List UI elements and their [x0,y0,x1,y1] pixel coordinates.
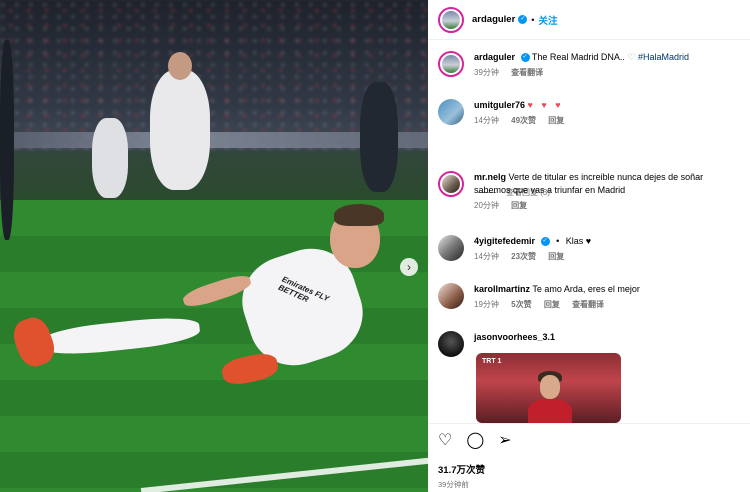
caption-username[interactable]: ardaguler [474,52,515,62]
avatar[interactable] [438,171,464,197]
post-panel: ardaguler ✓ • 关注 ardaguler ✓ The Real Ma… [428,0,750,492]
reply-button[interactable]: 回复 [511,201,527,210]
separator-dot: • [531,14,535,25]
heart-icon[interactable]: ♡ [438,432,452,450]
comment-text: Verte de titular es increible nunca deje… [474,172,704,195]
comment-time: 20分钟 [474,201,499,210]
username-link[interactable]: ardaguler [472,14,515,25]
caption-text: The Real Madrid DNA.. [531,52,625,62]
comment-item: umitguler76 ♥ ♥ ♥ 14分钟 49次赞 回复 [438,99,740,127]
background-player [360,82,398,192]
comment-likes[interactable]: 23次赞 [511,252,536,261]
caption: ardaguler ✓ The Real Madrid DNA.. ♡ #Hal… [438,51,740,79]
comment-item: mr.nelg Verte de titular es increible nu… [438,171,740,212]
caption-time: 39分钟 [474,68,499,77]
comment-username[interactable]: umitguler76 [474,100,525,110]
comment-text: ♥ ♥ ♥ [527,100,564,110]
avatar[interactable] [438,283,464,309]
follow-button[interactable]: 关注 [538,13,557,27]
reply-button[interactable]: 回复 [544,300,560,309]
avatar[interactable] [438,6,464,33]
player-hair [334,204,384,226]
comment-time: 19分钟 [474,300,499,309]
comment-item: 4yigitefedemir ✓ • Klas ♥ 14分钟 23次赞 回复 [438,235,740,263]
post-actions: ♡ ◯ ➢ 31.7万次赞 39分钟前 [428,423,750,492]
separator-dot: • [556,236,560,246]
verified-badge-icon: ✓ [540,237,550,247]
avatar[interactable] [438,51,464,77]
comment-text: Klas ♥ [565,236,592,246]
see-translation-link[interactable]: 查看翻译 [572,300,604,309]
comment-image[interactable]: TRT 1 [476,353,621,423]
caption-hashtag[interactable]: #HalaMadrid [638,52,689,62]
next-photo-button[interactable]: › [400,258,418,276]
share-icon[interactable]: ➢ [498,432,511,450]
comment-time: 14分钟 [474,252,499,261]
trt-logo: TRT 1 [482,358,502,365]
reply-button[interactable]: 回复 [548,116,564,125]
comment-item: karollmartinz Te amo Arda, eres el mejor… [438,283,740,311]
comment-username[interactable]: 4yigitefedemir [474,236,535,246]
comment-text: Te amo Arda, eres el mejor [532,284,640,294]
heart-outline-icon: ♡ [627,52,636,62]
background-player [92,118,128,198]
background-player [168,52,192,80]
comment-icon[interactable]: ◯ [466,432,484,450]
see-translation-link[interactable]: 查看翻译 [511,68,543,77]
post-header: ardaguler ✓ • 关注 [428,0,750,40]
comment-time: 14分钟 [474,116,499,125]
background-player [150,70,210,190]
comment-username[interactable]: jasonvoorhees_3.1 [474,332,555,342]
comment-username[interactable]: karollmartinz [474,284,530,294]
comment-likes[interactable]: 49次赞 [511,116,536,125]
reply-button[interactable]: 回复 [548,252,564,261]
post-photo[interactable]: Emirates FLY BETTER › [0,0,428,492]
verified-badge-icon: ✓ [518,15,528,24]
avatar[interactable] [438,331,464,357]
comments-list[interactable]: ardaguler ✓ The Real Madrid DNA.. ♡ #Hal… [428,41,750,423]
background-player [0,40,14,240]
posted-time: 39分钟前 [438,480,469,489]
comment-likes[interactable]: 5次赞 [511,300,531,309]
likes-count[interactable]: 31.7万次赞 [428,462,750,476]
avatar[interactable] [438,235,464,261]
comment-username[interactable]: mr.nelg [474,172,506,182]
verified-badge-icon: ✓ [520,53,530,63]
chevron-right-icon: › [407,260,411,274]
avatar[interactable] [438,99,464,125]
